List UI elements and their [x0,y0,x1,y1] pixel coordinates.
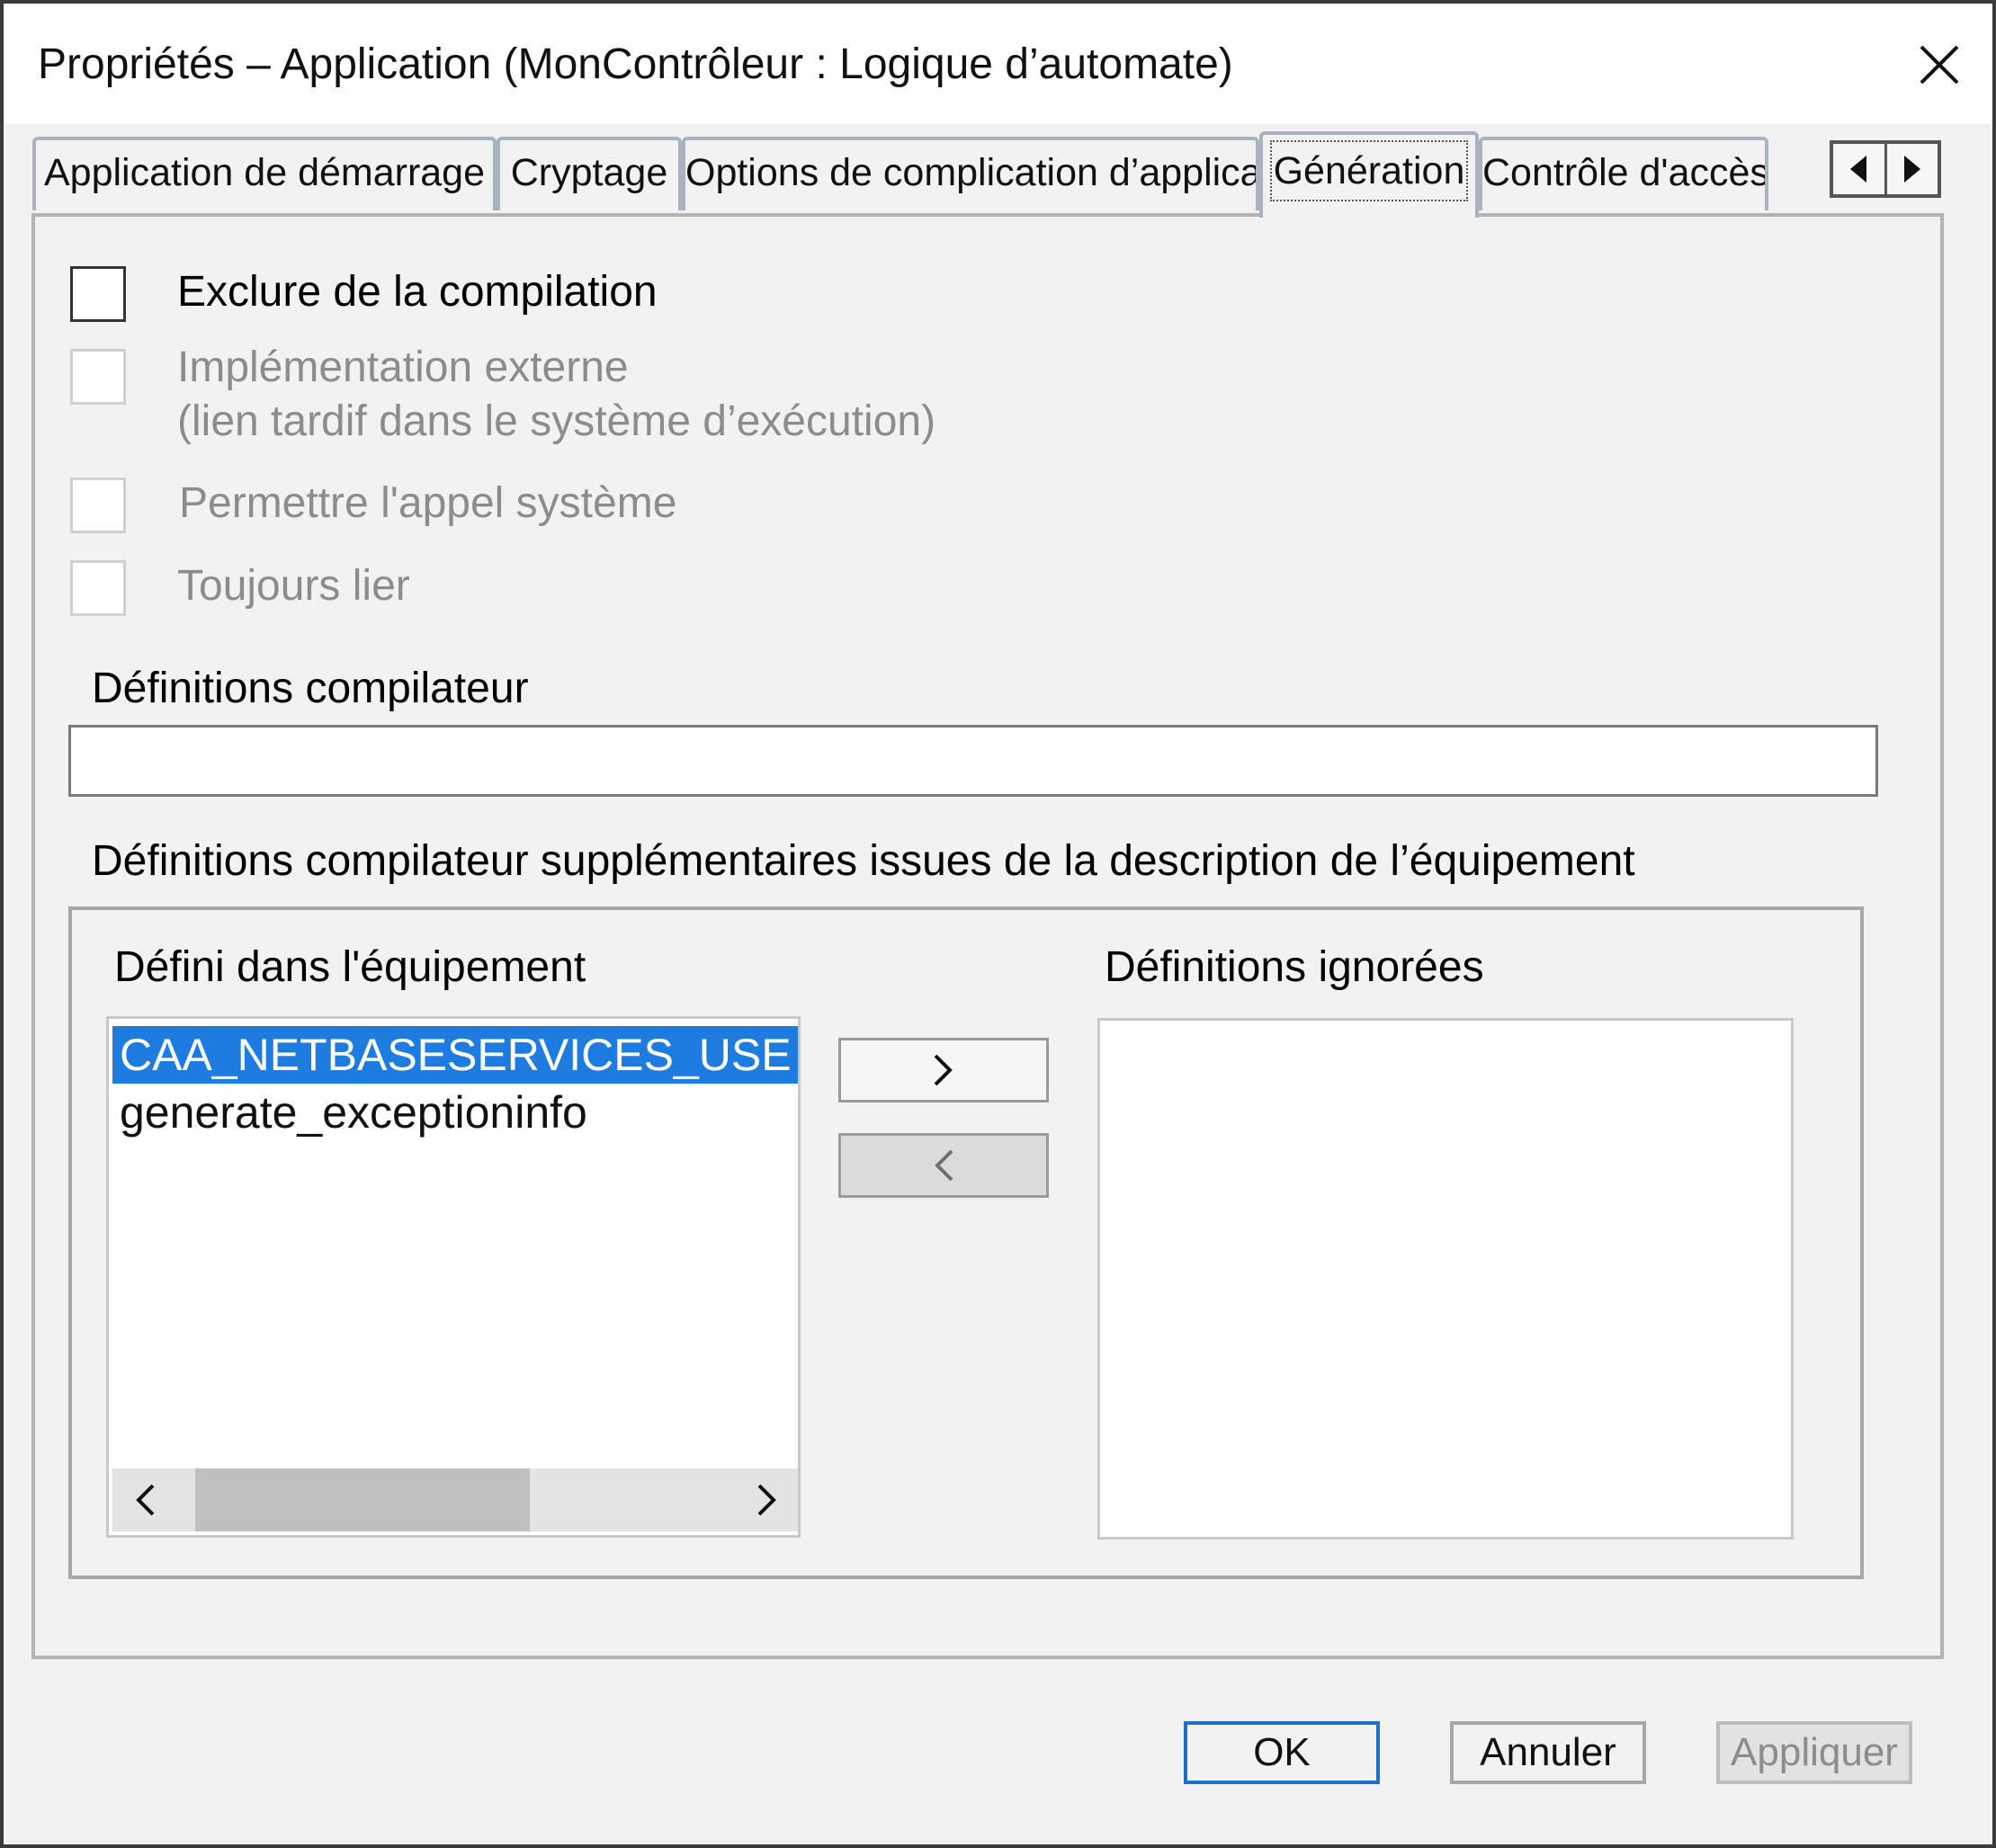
always-link-label: Toujours lier [177,562,410,610]
tab-label: Cryptage [510,151,668,194]
ok-button-label: OK [1253,1730,1311,1774]
close-button[interactable] [1911,36,1968,94]
device-defines-group: Défini dans l'équipement Définitions ign… [68,906,1864,1579]
tab-options-compilation[interactable]: Options de complication d’application [682,137,1259,210]
move-to-defined-button[interactable] [838,1133,1049,1198]
triangle-right-icon [1903,156,1920,183]
list-item[interactable]: CAA_NETBASESERVICES_USE [112,1026,798,1084]
tab-controle-acces[interactable]: Contrôle d'accès [1479,137,1768,210]
scroll-left-button[interactable] [112,1469,177,1531]
exclude-compilation-label: Exclure de la compilation [177,268,658,316]
ignored-defines-list[interactable] [1097,1018,1794,1540]
triangle-left-icon [1850,156,1867,183]
ignored-defines-label: Définitions ignorées [1105,943,1484,991]
ok-button[interactable]: OK [1184,1721,1380,1784]
title-bar: Propriétés – Application (MonContrôleur … [4,4,1992,124]
scroll-right-button[interactable] [735,1469,798,1531]
device-defines-label: Définitions compilateur supplémentaires … [92,837,1635,885]
allow-system-call-label: Permettre l'appel système [179,479,677,527]
horizontal-scrollbar[interactable] [112,1469,798,1531]
scrollbar-thumb[interactable] [195,1469,530,1531]
tab-generation[interactable]: Génération [1259,131,1479,218]
external-implementation-checkbox[interactable] [70,349,126,405]
tab-label: Options de complication d’application [685,151,1259,194]
properties-dialog: Propriétés – Application (MonContrôleur … [0,0,1996,1848]
tab-scroll-left-button[interactable] [1833,144,1884,194]
apply-button[interactable]: Appliquer [1716,1721,1912,1784]
tab-scroller [1830,140,1941,198]
defined-in-device-list[interactable]: CAA_NETBASESERVICES_USE generate_excepti… [106,1016,801,1538]
external-implementation-sublabel: (lien tardif dans le système d’exécution… [177,397,936,445]
defined-in-device-label: Défini dans l'équipement [114,943,586,991]
allow-system-call-checkbox[interactable] [70,478,126,533]
apply-button-label: Appliquer [1731,1730,1898,1774]
exclude-compilation-checkbox[interactable] [70,266,126,322]
chevron-left-icon [935,1149,953,1182]
compiler-defines-label: Définitions compilateur [92,665,529,712]
tab-scroll-right-button[interactable] [1884,144,1938,194]
move-to-ignored-button[interactable] [838,1038,1049,1103]
chevron-right-icon [934,1054,953,1086]
external-implementation-label: Implémentation externe [177,344,629,391]
cancel-button-label: Annuler [1480,1730,1616,1774]
compiler-defines-input[interactable] [68,725,1878,797]
always-link-checkbox[interactable] [70,560,126,616]
tab-application-demarrage[interactable]: Application de démarrage [32,137,497,210]
cancel-button[interactable]: Annuler [1450,1721,1646,1784]
tab-label: Contrôle d'accès [1482,151,1768,194]
chevron-left-icon [136,1484,155,1516]
close-icon [1920,45,1959,85]
list-item[interactable]: generate_exceptioninfo [112,1084,595,1141]
window-title: Propriétés – Application (MonContrôleur … [38,40,1233,88]
tab-label: Génération [1269,140,1469,201]
tab-label: Application de démarrage [43,151,486,194]
tab-cryptage[interactable]: Cryptage [497,137,682,210]
chevron-right-icon [757,1484,776,1516]
